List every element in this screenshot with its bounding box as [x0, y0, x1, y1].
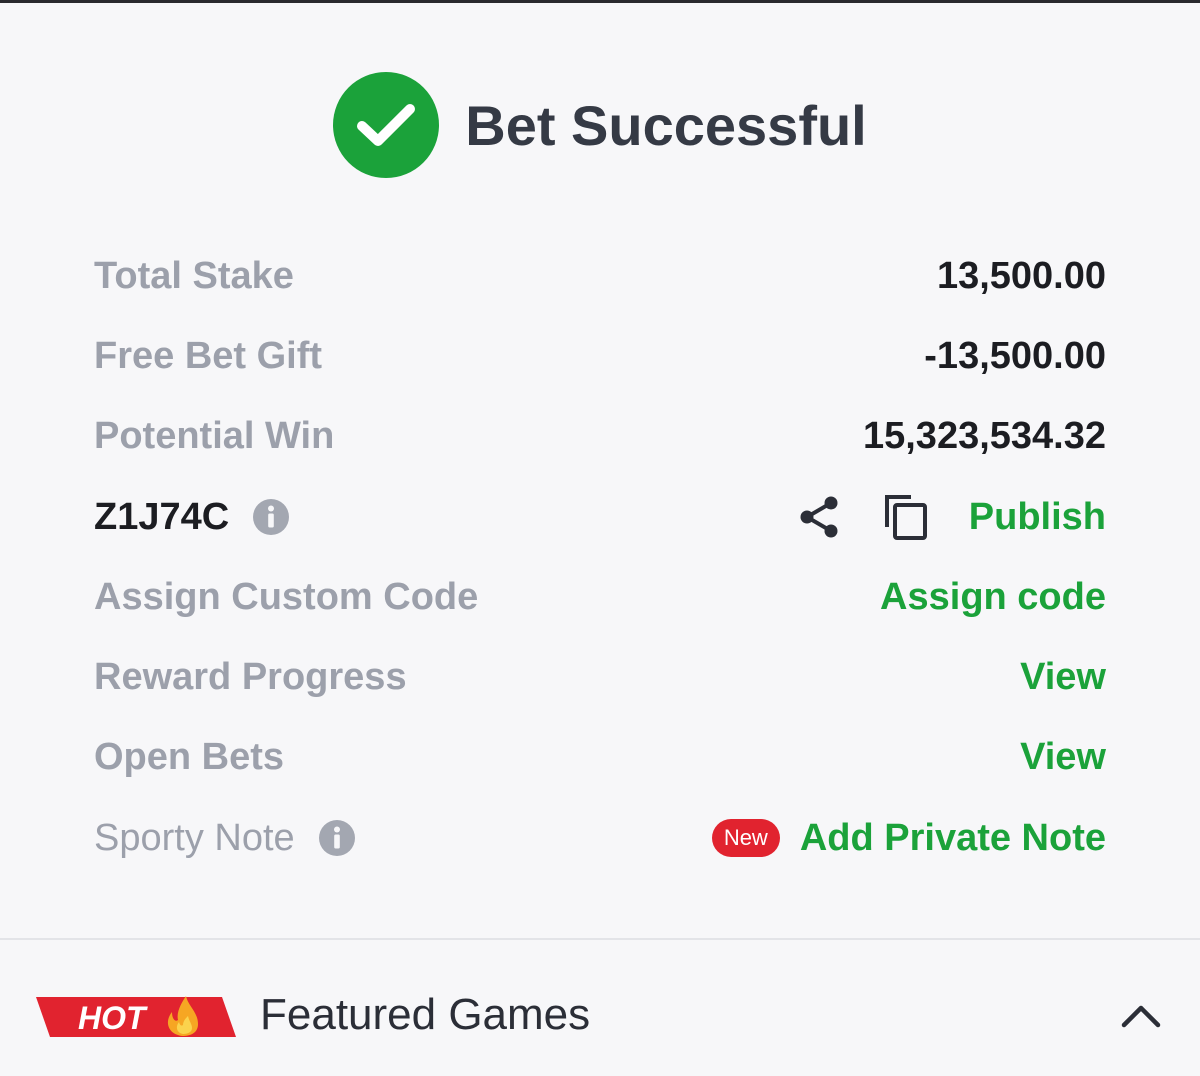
booking-actions: Publish [797, 493, 1106, 541]
sporty-note-row: Sporty Note New Add Private Note [94, 798, 1106, 878]
hot-badge: HOT [36, 996, 236, 1037]
info-icon[interactable] [318, 820, 355, 857]
chevron-up-icon[interactable] [1120, 1000, 1162, 1030]
section-divider [0, 938, 1200, 940]
booking-code: Z1J74C [94, 495, 230, 538]
potential-win-row: Potential Win 15,323,534.32 [94, 397, 1106, 477]
booking-code-wrap: Z1J74C [94, 495, 290, 539]
featured-games-header[interactable]: HOT Featured Games [0, 960, 1200, 1070]
open-bets-row: Open Bets View [94, 718, 1106, 798]
sporty-note-label: Sporty Note [94, 816, 295, 859]
check-circle-icon [333, 72, 440, 178]
total-stake-label: Total Stake [94, 254, 294, 297]
success-header: Bet Successful [0, 70, 1200, 180]
free-bet-value: -13,500.00 [924, 334, 1106, 377]
note-actions: New Add Private Note [711, 817, 1106, 860]
custom-code-label: Assign Custom Code [94, 575, 479, 618]
custom-code-row: Assign Custom Code Assign code [94, 557, 1106, 637]
copy-icon[interactable] [883, 493, 929, 541]
info-icon[interactable] [253, 499, 290, 536]
page-title: Bet Successful [465, 93, 867, 157]
open-bets-view-button[interactable]: View [1020, 736, 1106, 779]
potential-win-value: 15,323,534.32 [862, 415, 1106, 458]
free-bet-label: Free Bet Gift [94, 334, 323, 377]
publish-button[interactable]: Publish [969, 496, 1106, 539]
new-badge: New [711, 819, 780, 858]
free-bet-row: Free Bet Gift -13,500.00 [94, 316, 1106, 396]
share-icon[interactable] [797, 495, 841, 539]
top-border [0, 0, 1200, 3]
add-private-note-button[interactable]: Add Private Note [800, 817, 1106, 860]
reward-progress-label: Reward Progress [94, 656, 407, 699]
sporty-note-wrap: Sporty Note [94, 817, 355, 860]
hot-badge-text: HOT [78, 1000, 148, 1036]
potential-win-label: Potential Win [94, 415, 335, 458]
total-stake-value: 13,500.00 [936, 254, 1106, 297]
reward-view-button[interactable]: View [1020, 656, 1106, 699]
booking-code-row: Z1J74C Publish [94, 477, 1106, 557]
reward-progress-row: Reward Progress View [94, 637, 1106, 717]
assign-code-button[interactable]: Assign code [880, 576, 1106, 619]
total-stake-row: Total Stake 13,500.00 [94, 236, 1106, 316]
featured-games-title: Featured Games [260, 990, 591, 1039]
bet-summary: Total Stake 13,500.00 Free Bet Gift -13,… [94, 236, 1106, 878]
open-bets-label: Open Bets [94, 736, 285, 779]
